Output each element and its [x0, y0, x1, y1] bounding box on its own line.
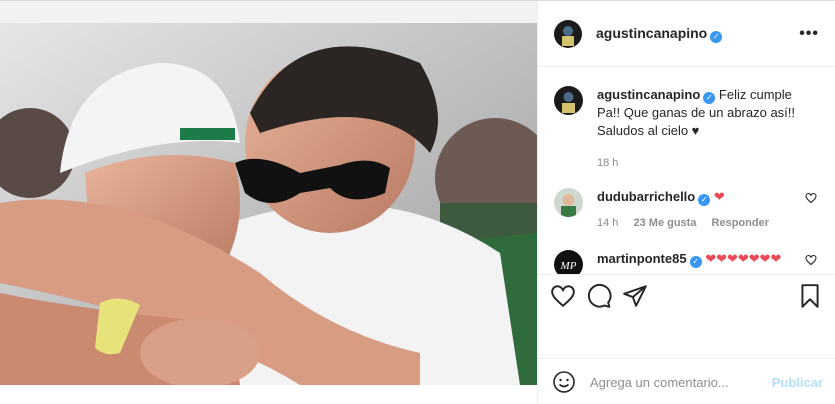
comment-bubble-icon[interactable] — [586, 283, 612, 309]
comment-username[interactable]: martinponte85 — [597, 251, 687, 266]
publish-button[interactable]: Publicar — [772, 375, 823, 390]
comment-text: ❤ — [713, 189, 725, 204]
caption-item: agustincanapino ✓ Feliz cumple Pa!! Que g… — [554, 86, 819, 172]
comment-time[interactable]: 14 h — [597, 217, 618, 229]
caption-username[interactable]: agustincanapino — [597, 87, 700, 102]
verified-badge-icon: ✓ — [689, 256, 702, 268]
like-heart-icon[interactable] — [550, 283, 576, 309]
comment-item: dudubarrichello ✓ ❤ 14 h 23 Me gusta Resp… — [554, 188, 819, 232]
photo-top-strip — [0, 1, 537, 23]
comment-username[interactable]: dudubarrichello — [597, 189, 695, 204]
author-username[interactable]: agustincanapino ✓ — [596, 25, 723, 43]
avatar-initials: MP — [560, 260, 577, 272]
verified-badge-icon: ✓ — [710, 30, 723, 43]
add-comment-input[interactable] — [590, 374, 772, 390]
emoji-smiley-icon[interactable] — [552, 370, 576, 394]
like-comment-heart-icon[interactable] — [805, 254, 817, 266]
post-photo[interactable] — [0, 23, 537, 385]
post-sidebar: agustincanapino ✓ ••• agustincanapino ✓ Fe… — [537, 1, 835, 404]
post-container: agustincanapino ✓ ••• agustincanapino ✓ Fe… — [0, 0, 835, 404]
reply-button[interactable]: Responder — [712, 217, 769, 229]
post-header: agustincanapino ✓ ••• — [538, 1, 835, 67]
comment-avatar[interactable] — [554, 188, 583, 217]
add-comment-bar: Publicar — [538, 358, 835, 404]
verified-badge-icon: ✓ — [703, 92, 716, 104]
verified-badge-icon: ✓ — [698, 194, 711, 206]
caption-time[interactable]: 18 h — [597, 157, 618, 169]
more-options-icon[interactable]: ••• — [799, 25, 819, 43]
photo-illustration — [0, 23, 537, 385]
post-actions-bar — [538, 274, 835, 316]
save-bookmark-icon[interactable] — [797, 283, 823, 309]
share-paper-plane-icon[interactable] — [622, 283, 648, 309]
comment-likes[interactable]: 23 Me gusta — [633, 217, 696, 229]
author-avatar[interactable] — [554, 19, 582, 48]
caption-avatar[interactable] — [554, 86, 583, 115]
comment-item: MP martinponte85 ✓ ❤❤❤❤❤❤❤ — [554, 250, 819, 274]
comment-avatar[interactable]: MP — [554, 250, 583, 274]
comment-text: ❤❤❤❤❤❤❤ — [705, 251, 782, 266]
like-comment-heart-icon[interactable] — [805, 192, 817, 204]
comments-list: agustincanapino ✓ Feliz cumple Pa!! Que g… — [538, 68, 835, 274]
